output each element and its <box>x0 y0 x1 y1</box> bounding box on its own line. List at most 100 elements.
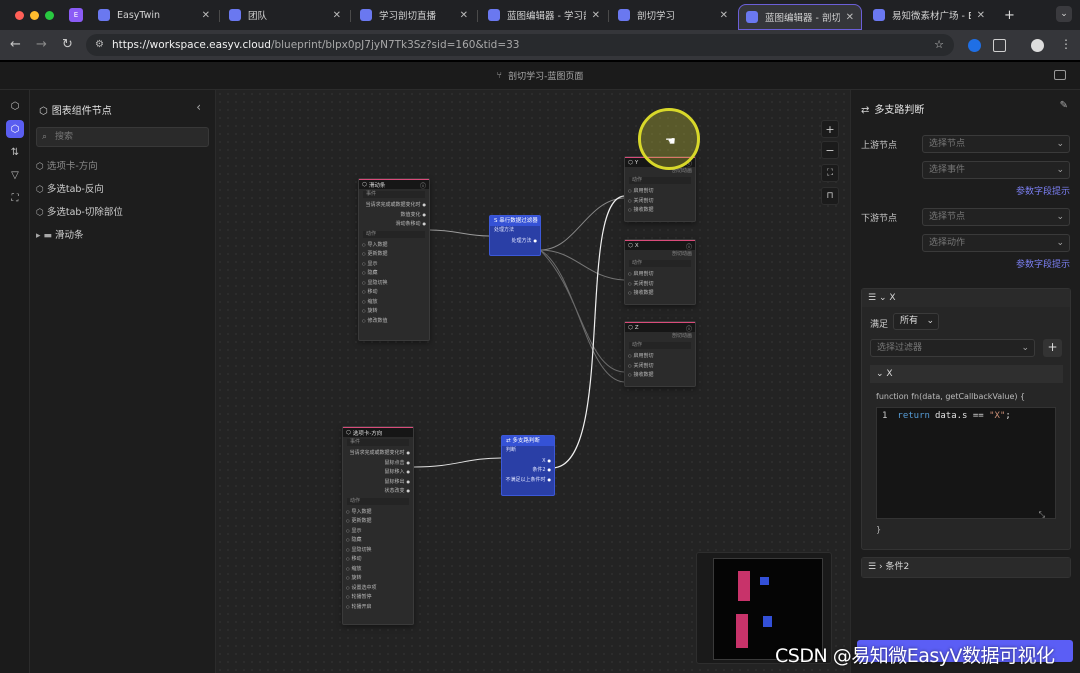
close-icon[interactable]: ✕ <box>202 10 210 21</box>
site-settings-icon[interactable]: ⚙ <box>95 39 104 50</box>
event-port[interactable]: 鼠标移入 <box>343 467 413 477</box>
input-port[interactable]: 判断 <box>502 446 554 456</box>
close-icon[interactable]: ✕ <box>592 10 600 21</box>
filter-select[interactable]: 选择过滤器 ⌄ <box>870 339 1035 357</box>
back-icon[interactable]: ← <box>10 38 21 52</box>
node-cut-z[interactable]: ⬡Zⓘ 剖切动画 动作 启用剖切 关闭剖切 接收数据 <box>624 321 696 387</box>
downstream-action-select[interactable]: 选择动作 ⌄ <box>922 234 1070 252</box>
tab-live[interactable]: 学习剖切直播 ✕ <box>352 4 476 26</box>
node-cut-x[interactable]: ⬡Xⓘ 剖切动画 动作 启用剖切 关闭剖切 接收数据 <box>624 239 696 305</box>
sub-condition-header[interactable]: ⌄ X <box>870 365 1063 383</box>
close-icon[interactable]: ✕ <box>720 10 728 21</box>
code-editor[interactable]: 1 return data.s == "X"; ⤡ <box>876 407 1056 519</box>
action-port[interactable]: 更新数据 <box>343 516 413 526</box>
output-port[interactable]: 条件2 <box>502 465 554 475</box>
window-maximize-button[interactable] <box>45 11 54 20</box>
tab-blueprint-active[interactable]: 蓝图编辑器 - 剖切学 ✕ <box>738 4 862 30</box>
puzzle-icon[interactable] <box>993 39 1006 52</box>
event-port[interactable]: 鼠标点击 <box>343 458 413 468</box>
close-icon[interactable]: ✕ <box>333 10 341 21</box>
action-port[interactable]: 缩放 <box>343 564 413 574</box>
output-port[interactable]: 处理方法 <box>490 236 540 246</box>
action-port[interactable]: 关闭剖切 <box>625 361 695 371</box>
blueprint-canvas[interactable]: ⬡滑动条ⓘ 事件 当请求完成或数据变化时 数值变化 滑动条移动 动作 导入数据 … <box>216 90 850 673</box>
action-port[interactable]: 旋转 <box>343 573 413 583</box>
upstream-event-select[interactable]: 选择事件 ⌄ <box>922 161 1070 179</box>
reload-icon[interactable]: ↻ <box>62 38 73 52</box>
action-port[interactable]: 轮播暂停 <box>343 592 413 602</box>
menu-icon[interactable]: ⋮ <box>1060 37 1072 51</box>
action-port[interactable]: 缩放 <box>359 297 429 307</box>
event-port[interactable]: 状态改变 <box>343 486 413 496</box>
action-port[interactable]: 设置选中项 <box>343 583 413 593</box>
window-close-button[interactable] <box>15 11 24 20</box>
tab-blueprint-1[interactable]: 蓝图编辑器 - 学习剖切 ✕ <box>480 4 608 26</box>
chevron-left-icon[interactable]: ‹ <box>196 100 201 114</box>
node-serial-filter[interactable]: S 串行数据过滤器 处理方法 处理方法 <box>489 215 541 256</box>
action-port[interactable]: 关闭剖切 <box>625 196 695 206</box>
tab-easytwin[interactable]: EasyTwin ✕ <box>90 4 218 26</box>
event-port[interactable]: 当请求完成或数据变化时 <box>359 200 429 210</box>
action-port[interactable]: 隐藏 <box>343 535 413 545</box>
action-port[interactable]: 导入数据 <box>343 507 413 517</box>
event-port[interactable]: 数值变化 <box>359 210 429 220</box>
address-bar[interactable]: ⚙ https://workspace.easyv.cloud/blueprin… <box>86 34 954 56</box>
rail-filter-icon[interactable]: ▽ <box>6 166 24 184</box>
rail-branch-icon[interactable]: ⇅ <box>6 143 24 161</box>
expand-editor-icon[interactable]: ⤡ <box>1039 510 1045 520</box>
param-hint-link[interactable]: 参数字段提示 <box>1016 257 1070 270</box>
action-port[interactable]: 显隐切换 <box>343 545 413 555</box>
action-port[interactable]: 修改数值 <box>359 316 429 326</box>
action-port[interactable]: 移动 <box>359 287 429 297</box>
action-port[interactable]: 显示 <box>343 526 413 536</box>
forward-icon[interactable]: → <box>36 38 47 52</box>
upstream-node-select[interactable]: 选择节点 ⌄ <box>922 135 1070 153</box>
window-minimize-button[interactable] <box>30 11 39 20</box>
node-multi-branch[interactable]: ⇄ 多支路判断 判断 X 条件2 不满足以上条件时 <box>501 435 555 496</box>
edit-icon[interactable]: ✎ <box>1060 100 1068 111</box>
output-port[interactable]: X <box>502 456 554 466</box>
tree-item-multi-tab-reverse[interactable]: ⬡ 多选tab-反向 <box>36 181 104 195</box>
close-icon[interactable]: ✕ <box>460 10 468 21</box>
action-port[interactable]: 轮播开启 <box>343 602 413 612</box>
tree-item-slider-folder[interactable]: ▸ ▬ 滑动条 <box>36 227 84 241</box>
action-port[interactable]: 接收数据 <box>625 205 695 215</box>
param-hint-link[interactable]: 参数字段提示 <box>1016 184 1070 197</box>
action-port[interactable]: 更新数据 <box>359 249 429 259</box>
extension-icon[interactable] <box>968 39 981 52</box>
close-icon[interactable]: ✕ <box>846 12 854 23</box>
satisfy-select[interactable]: 所有 ⌄ <box>893 313 939 330</box>
event-port[interactable]: 当请求完成或数据变化时 <box>343 448 413 458</box>
action-port[interactable]: 显示 <box>359 259 429 269</box>
new-tab-button[interactable]: + <box>996 4 1016 26</box>
rail-frame-icon[interactable]: ⛶ <box>6 189 24 207</box>
event-port[interactable]: 鼠标移出 <box>343 477 413 487</box>
action-port[interactable]: 关闭剖切 <box>625 279 695 289</box>
add-filter-button[interactable]: + <box>1043 339 1062 357</box>
action-port[interactable]: 显隐切换 <box>359 278 429 288</box>
action-port[interactable]: 导入数据 <box>359 240 429 250</box>
tab-pinned[interactable]: E <box>64 4 88 26</box>
drag-icon[interactable]: ☰ <box>868 562 876 572</box>
action-port[interactable]: 移动 <box>343 554 413 564</box>
node-tabs-direction[interactable]: ⬡选项卡-方向 事件 当请求完成或数据变化时 鼠标点击 鼠标移入 鼠标移出 状态… <box>342 426 414 625</box>
search-input[interactable]: ⌕ 搜索 <box>36 127 209 147</box>
output-port[interactable]: 不满足以上条件时 <box>502 475 554 485</box>
action-port[interactable]: 启用剖切 <box>625 269 695 279</box>
event-port[interactable]: 滑动条移动 <box>359 219 429 229</box>
action-port[interactable]: 启用剖切 <box>625 351 695 361</box>
fullscreen-icon[interactable]: ⛶ <box>821 164 839 182</box>
zoom-out-icon[interactable]: − <box>821 141 839 159</box>
condition-header[interactable]: ☰ ⌄ X <box>862 289 1070 307</box>
preview-icon[interactable] <box>1054 70 1066 80</box>
action-port[interactable]: 旋转 <box>359 306 429 316</box>
action-port[interactable]: 接收数据 <box>625 288 695 298</box>
zoom-in-icon[interactable]: + <box>821 120 839 138</box>
input-port[interactable]: 处理方法 <box>490 226 540 236</box>
tab-team[interactable]: 团队 ✕ <box>221 4 349 26</box>
tab-material[interactable]: 易知微素材广场 - Ea ✕ <box>865 4 993 26</box>
tree-item-multi-tab-cut[interactable]: ⬡ 多选tab-切除部位 <box>36 204 123 218</box>
tree-item-tabs-direction[interactable]: ⬡ 选项卡-方向 <box>36 158 98 172</box>
tab-search-icon[interactable]: ⌄ <box>1056 6 1072 22</box>
action-port[interactable]: 隐藏 <box>359 268 429 278</box>
